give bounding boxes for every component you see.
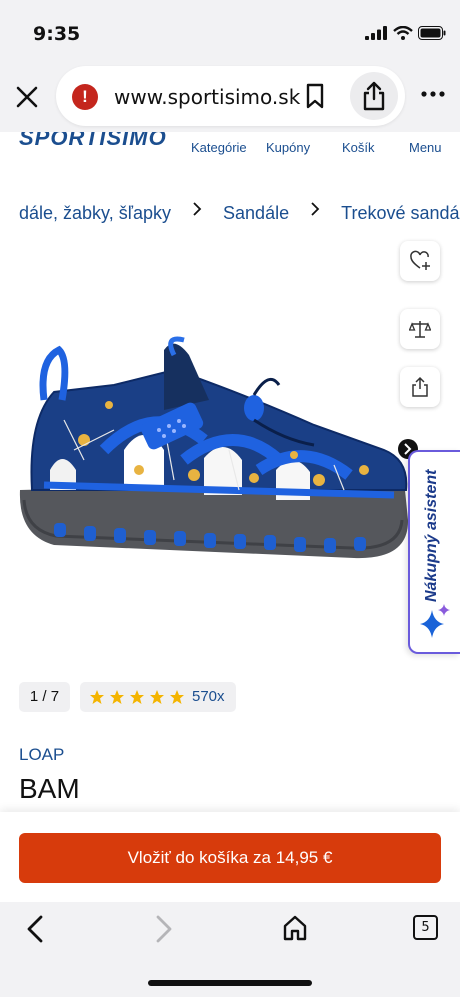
bookmark-icon[interactable] [302,82,328,110]
tabs-icon[interactable]: 5 [413,915,438,940]
back-icon[interactable] [24,914,46,944]
nav-cart[interactable]: Košík [342,140,375,155]
heart-plus-icon [410,250,430,270]
breadcrumb: dále, žabky, šľapky Sandále Trekové sand… [19,200,460,226]
url-text[interactable]: www.sportisimo.sk [114,85,300,109]
battery-icon [418,26,446,40]
add-to-cart-bar: Vložiť do košíka za 14,95 € [0,812,460,902]
wifi-icon [393,26,413,40]
image-counter: 1 / 7 [19,682,70,712]
browser-toolbar: 5 [0,902,460,997]
rating-badge[interactable]: 570x [80,682,236,712]
add-to-cart-button[interactable]: Vložiť do košíka za 14,95 € [19,833,441,883]
assistant-label: Nákupný asistent [423,469,440,602]
site-logo[interactable]: SPORTISIMO [19,132,167,151]
forward-icon[interactable] [153,914,175,944]
product-title: BAM [19,773,80,804]
rating-count: 570x [192,688,225,705]
sparkle-icon [420,604,450,638]
wishlist-button[interactable] [400,241,440,281]
nav-menu[interactable]: Menu [409,140,442,155]
chevron-right-icon [193,202,202,216]
share-button[interactable] [350,72,398,120]
breadcrumb-item[interactable]: Trekové sandále [341,203,460,224]
home-indicator [148,980,312,986]
nav-coupons[interactable]: Kupóny [266,140,310,155]
breadcrumb-item[interactable]: dále, žabky, šľapky [19,203,171,224]
status-time: 9:35 [33,23,81,45]
star-rating-icon [90,690,184,704]
url-field[interactable]: ! www.sportisimo.sk [56,66,405,126]
browser-address-bar: ! www.sportisimo.sk [0,60,460,132]
product-image[interactable] [14,330,414,590]
signal-icon [365,26,387,40]
home-icon[interactable] [282,914,308,942]
product-brand[interactable]: LOAP [19,745,64,765]
more-icon[interactable] [420,88,446,100]
share-icon [363,81,385,111]
close-icon[interactable] [14,84,40,110]
site-header: SPORTISIMO Kategórie Kupóny Košík Menu [0,132,460,187]
shopping-assistant-tab[interactable]: Nákupný asistent [408,450,460,654]
chevron-right-icon [311,202,320,216]
warning-icon[interactable]: ! [72,84,98,110]
nav-categories[interactable]: Kategórie [191,140,247,155]
status-bar: 9:35 [0,0,460,60]
breadcrumb-item[interactable]: Sandále [223,203,289,224]
